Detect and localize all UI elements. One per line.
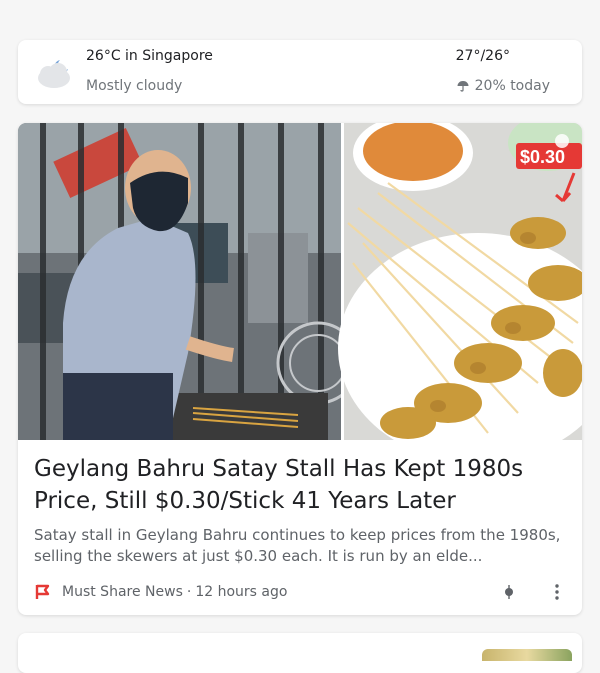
- article-hero-image[interactable]: $0.30: [18, 123, 582, 440]
- pin-icon: [505, 585, 513, 599]
- weather-condition: Mostly cloudy: [86, 78, 183, 94]
- weather-rain: 20% today: [457, 78, 550, 94]
- next-article-thumbnail: [482, 649, 572, 661]
- weather-card[interactable]: 26°C in Singapore Mostly cloudy 27°/26° …: [18, 40, 582, 104]
- article-meta: Must Share News · 12 hours ago: [34, 581, 287, 603]
- cloud-moon-icon: [38, 60, 70, 88]
- more-options-button[interactable]: [546, 581, 568, 603]
- article-time: 12 hours ago: [195, 584, 288, 600]
- rain-chance: 20% today: [474, 78, 550, 94]
- next-article-card[interactable]: [18, 633, 582, 673]
- full-coverage-button[interactable]: [498, 581, 520, 603]
- price-badge: $0.30: [520, 147, 565, 167]
- weather-high-low: 27°/26°: [455, 48, 510, 64]
- umbrella-icon: [457, 81, 469, 92]
- more-vert-icon: [555, 584, 559, 600]
- news-article-card[interactable]: $0.30 Geylang Bahru Satay Stall Has Kept…: [18, 123, 582, 615]
- article-headline[interactable]: Geylang Bahru Satay Stall Has Kept 1980s…: [34, 453, 574, 517]
- source-name[interactable]: Must Share News: [62, 584, 183, 600]
- article-snippet: Satay stall in Geylang Bahru continues t…: [34, 526, 561, 565]
- meta-separator: ·: [186, 584, 192, 600]
- source-logo-icon: [35, 584, 50, 599]
- weather-location-temp: 26°C in Singapore: [86, 48, 213, 64]
